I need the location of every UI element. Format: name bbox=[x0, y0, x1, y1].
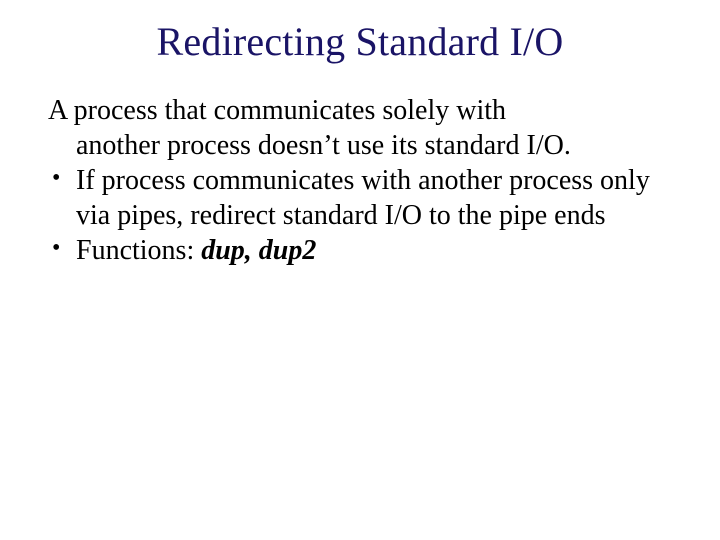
bullet-item: Functions: dup, dup2 bbox=[48, 233, 672, 268]
slide-title: Redirecting Standard I/O bbox=[0, 0, 720, 65]
functions-label: Functions: bbox=[76, 235, 201, 266]
slide: Redirecting Standard I/O A process that … bbox=[0, 0, 720, 540]
bullet-list: If process communicates with another pro… bbox=[48, 163, 672, 268]
intro-line-1: A process that communicates solely with bbox=[48, 93, 672, 128]
functions-names: dup, dup2 bbox=[201, 235, 316, 266]
intro-text: A process that communicates solely with … bbox=[48, 93, 672, 163]
intro-line-2: another process doesn’t use its standard… bbox=[48, 128, 672, 163]
slide-body: A process that communicates solely with … bbox=[0, 65, 720, 268]
bullet-item: If process communicates with another pro… bbox=[48, 163, 672, 233]
bullet-text: If process communicates with another pro… bbox=[76, 165, 650, 231]
